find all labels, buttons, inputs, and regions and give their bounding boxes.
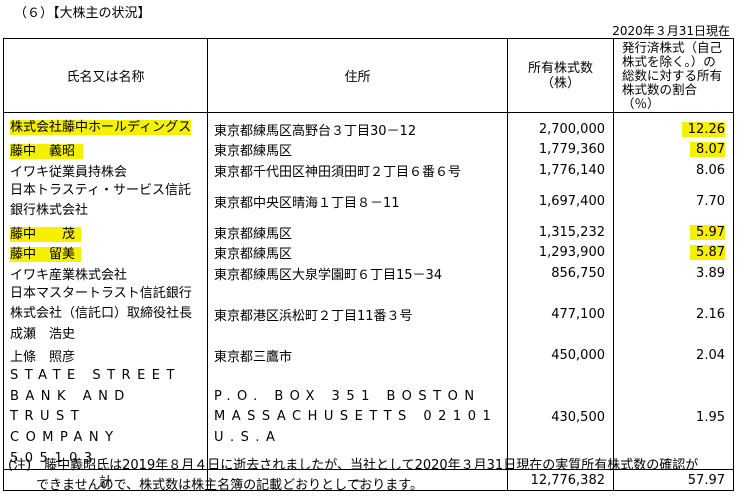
major-shareholders-table: 氏名又は名称 住所 所有株式数（株） 発行済株式（自己株式を除く。）の総数に対す…	[3, 38, 734, 492]
table-row: 藤中 留美 東京都練馬区 1,293,900 5.87	[3, 242, 734, 264]
shares-ratio: 12.26	[613, 112, 734, 140]
shareholder-address: P.O. BOX 351 BOSTON MASSACHUSETTS 02101 …	[207, 366, 508, 471]
shares-count: 450,000	[507, 345, 614, 367]
shares-ratio: 3.89	[613, 263, 734, 284]
shareholder-address: 東京都千代田区神田須田町２丁目６番６号	[207, 160, 508, 181]
table-row: 上條 照彦 東京都三鷹市 450,000 2.04	[3, 345, 734, 367]
shareholder-address: 東京都練馬区	[207, 139, 508, 161]
shares-ratio: 2.04	[613, 345, 734, 367]
table-row: 日本トラスティ・サービス信託銀行株式会社 東京都中央区晴海１丁目８－11 1,6…	[3, 180, 734, 222]
shares-count: 856,750	[507, 263, 614, 284]
shares-ratio: 5.87	[613, 242, 734, 264]
table-row: イワキ従業員持株会 東京都千代田区神田須田町２丁目６番６号 1,776,140 …	[3, 160, 734, 181]
header-shares: 所有株式数（株）	[507, 38, 614, 113]
shares-count: 2,700,000	[507, 112, 614, 140]
shares-ratio: 7.70	[613, 180, 734, 222]
shareholder-name: イワキ産業株式会社	[3, 263, 208, 284]
header-address: 住所	[207, 38, 508, 113]
table-row: 株式会社藤中ホールディングス 東京都練馬区高野台３丁目30－12 2,700,0…	[3, 112, 734, 140]
shareholder-name: 藤中 義昭	[3, 139, 208, 161]
shares-ratio: 5.97	[613, 221, 734, 243]
shareholder-name: 株式会社藤中ホールディングス	[3, 112, 208, 140]
shares-count: 1,697,400	[507, 180, 614, 222]
shares-count: 1,293,900	[507, 242, 614, 264]
shareholder-name: イワキ従業員持株会	[3, 160, 208, 181]
shareholder-address: 東京都三鷹市	[207, 345, 508, 367]
table-row: 藤中 義昭 東京都練馬区 1,779,360 8.07	[3, 139, 734, 161]
shareholder-name: 日本マスタートラスト信託銀行株式会社（信託口）取締役社長 成瀬 浩史	[3, 283, 208, 346]
shares-count: 1,776,140	[507, 160, 614, 181]
footnote: (注) 藤中義昭氏は2019年８月４日に逝去されましたが、当社として2020年３…	[8, 456, 743, 496]
shares-count: 1,315,232	[507, 221, 614, 243]
shareholder-address: 東京都練馬区高野台３丁目30－12	[207, 112, 508, 140]
shareholder-address: 東京都練馬区	[207, 221, 508, 243]
shares-ratio: 1.95	[613, 366, 734, 471]
footnote-line-1: (注) 藤中義昭氏は2019年８月４日に逝去されましたが、当社として2020年３…	[8, 458, 699, 473]
section-heading: （６）【大株主の状況】	[14, 6, 151, 21]
shareholder-address: 東京都港区浜松町２丁目11番３号	[207, 283, 508, 346]
shares-ratio: 8.06	[613, 160, 734, 181]
shareholder-name: STATE STREET BANK AND TRUST COMPANY 5051…	[3, 366, 208, 471]
shares-count: 477,100	[507, 283, 614, 346]
shareholder-address: 東京都練馬区	[207, 242, 508, 264]
header-name: 氏名又は名称	[3, 38, 208, 113]
shares-count: 430,500	[507, 366, 614, 471]
table-row: STATE STREET BANK AND TRUST COMPANY 5051…	[3, 366, 734, 471]
shareholder-address: 東京都練馬区大泉学園町６丁目15－34	[207, 263, 508, 284]
header-ratio: 発行済株式（自己株式を除く。）の総数に対する所有株式数の割合（％）	[613, 38, 734, 113]
table-row: 日本マスタートラスト信託銀行株式会社（信託口）取締役社長 成瀬 浩史 東京都港区…	[3, 283, 734, 346]
shareholder-name: 藤中 留美	[3, 242, 208, 264]
table-row: 藤中 茂 東京都練馬区 1,315,232 5.97	[3, 221, 734, 243]
shares-ratio: 2.16	[613, 283, 734, 346]
shareholder-address: 東京都中央区晴海１丁目８－11	[207, 180, 508, 222]
footnote-line-2: できませんので、株式数は株主名簿の記載どおりとしております。	[36, 478, 424, 493]
table-row: イワキ産業株式会社 東京都練馬区大泉学園町６丁目15－34 856,750 3.…	[3, 263, 734, 284]
shares-count: 1,779,360	[507, 139, 614, 161]
as-of-date: 2020年３月31日現在	[612, 24, 730, 38]
shareholder-name: 上條 照彦	[3, 345, 208, 367]
shareholder-name: 藤中 茂	[3, 221, 208, 243]
shareholder-name: 日本トラスティ・サービス信託銀行株式会社	[3, 180, 208, 222]
shares-ratio: 8.07	[613, 139, 734, 161]
